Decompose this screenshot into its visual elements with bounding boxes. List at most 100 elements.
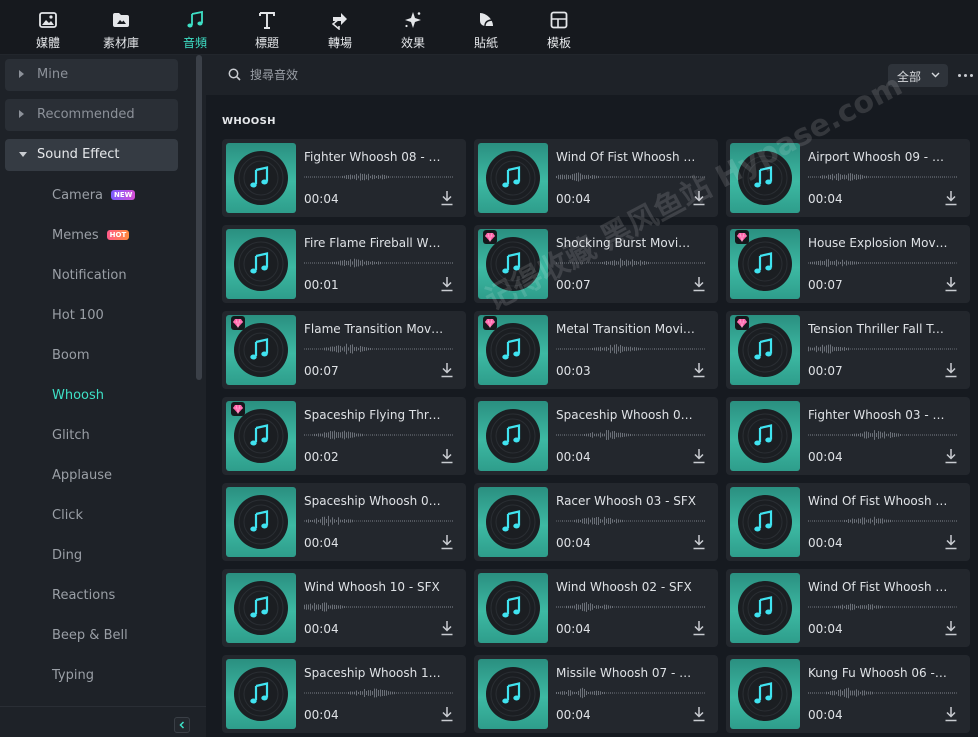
search-bar: 全部 [206,55,978,95]
tab-transitions[interactable]: 轉場 [320,0,360,55]
vinyl-disc-icon [738,151,792,205]
download-icon[interactable] [944,190,958,206]
sound-card[interactable]: Fighter Whoosh 08 - SFX 00:04 [222,139,466,217]
tab-audio[interactable]: 音頻 [175,0,215,55]
search-input[interactable] [250,65,650,85]
sound-card[interactable]: Spaceship Whoosh 04 - SFX 00:04 [474,397,718,475]
tab-effects[interactable]: 效果 [393,0,433,55]
vinyl-disc-icon [486,581,540,635]
sound-card[interactable]: Flame Transition Movie Whoosh 00:07 [222,311,466,389]
sound-card[interactable]: Wind Whoosh 02 - SFX 00:04 [474,569,718,647]
tab-stickers[interactable]: 貼紙 [466,0,506,55]
download-icon[interactable] [440,534,454,550]
top-toolbar: 媒體 素材庫 音頻 標題 轉場 效果 貼紙 模板 [0,0,978,55]
sound-thumbnail [478,401,548,471]
sound-card[interactable]: Spaceship Whoosh 05 - SFX 00:04 [222,483,466,561]
tab-templates[interactable]: 模板 [539,0,579,55]
sound-card[interactable]: Kung Fu Whoosh 06 - SFX 00:04 [726,655,970,733]
download-icon[interactable] [692,362,706,378]
download-icon[interactable] [692,448,706,464]
sound-card[interactable]: Wind Of Fist Whoosh 01 - SFX 00:04 [474,139,718,217]
dot [958,74,961,77]
download-icon[interactable] [440,448,454,464]
sound-duration: 00:07 [304,364,339,378]
vinyl-disc-icon [738,667,792,721]
sound-card[interactable]: Fighter Whoosh 03 - SFX 00:04 [726,397,970,475]
download-icon[interactable] [944,706,958,722]
download-icon[interactable] [944,534,958,550]
tab-media[interactable]: 媒體 [28,0,68,55]
caret-down-icon [19,152,27,157]
sound-title: Racer Whoosh 03 - SFX [556,494,696,508]
sidebar-item-label: Memes [52,228,99,243]
sidebar-item-applause[interactable]: Applause [52,468,112,483]
download-icon[interactable] [692,534,706,550]
download-icon[interactable] [692,620,706,636]
sound-card[interactable]: Wind Of Fist Whoosh 05 - SFX 00:04 [726,569,970,647]
sidebar-item-click[interactable]: Click [52,508,83,523]
sidebar-item-notification[interactable]: Notification [52,268,127,283]
download-icon[interactable] [692,706,706,722]
download-icon[interactable] [692,190,706,206]
download-icon[interactable] [944,362,958,378]
sidebar-item-reactions[interactable]: Reactions [52,588,115,603]
tab-label: 素材庫 [102,36,139,50]
download-icon[interactable] [440,190,454,206]
sound-card[interactable]: Airport Whoosh 09 - SFX 00:04 [726,139,970,217]
category-mine[interactable]: Mine [5,59,178,91]
more-options-button[interactable] [958,67,976,83]
waveform [556,172,705,182]
sound-title: Spaceship Whoosh 10 - SFX [304,666,444,680]
waveform [304,343,453,355]
sound-card[interactable]: Metal Transition Movie Whoosh 00:03 [474,311,718,389]
sound-thumbnail [730,143,800,213]
category-recommended[interactable]: Recommended [5,99,178,131]
category-sidebar: Mine Recommended Sound Effect Camera NEW … [0,55,206,737]
sound-card[interactable]: Missile Whoosh 07 - SFX 00:04 [474,655,718,733]
sound-thumbnail [226,573,296,643]
sound-title: House Explosion Movie Transition [808,236,948,250]
sidebar-item-boom[interactable]: Boom [52,348,90,363]
download-icon[interactable] [440,276,454,292]
sound-card[interactable]: House Explosion Movie Transition 00:07 [726,225,970,303]
sound-card[interactable]: Tension Thriller Fall Transition 00:07 [726,311,970,389]
sidebar-item-label: Camera [52,188,104,203]
sound-card[interactable]: Fire Flame Fireball Whoosh 00:01 [222,225,466,303]
new-badge: NEW [111,189,136,200]
filter-dropdown[interactable]: 全部 [888,64,948,87]
sound-card[interactable]: Wind Whoosh 10 - SFX 00:04 [222,569,466,647]
sidebar-item-ding[interactable]: Ding [52,548,82,563]
sidebar-item-label: Glitch [52,428,90,443]
download-icon[interactable] [692,276,706,292]
sound-card[interactable]: Wind Of Fist Whoosh 03 - SFX 00:04 [726,483,970,561]
download-icon[interactable] [944,448,958,464]
waveform [304,258,453,268]
tab-stock-library[interactable]: 素材庫 [98,0,144,55]
sidebar-item-whoosh[interactable]: Whoosh [52,388,104,403]
sound-card[interactable]: Racer Whoosh 03 - SFX 00:04 [474,483,718,561]
download-icon[interactable] [440,362,454,378]
download-icon[interactable] [440,620,454,636]
sticker-icon [466,10,506,32]
category-sound-effect[interactable]: Sound Effect [5,139,178,171]
sidebar-scrollbar[interactable] [196,55,202,380]
sidebar-item-beep-bell[interactable]: Beep & Bell [52,628,128,643]
sidebar-item-typing[interactable]: Typing [52,668,94,683]
sidebar-item-glitch[interactable]: Glitch [52,428,90,443]
sidebar-item-camera[interactable]: Camera NEW [52,188,136,203]
collapse-sidebar-button[interactable] [174,717,190,733]
vinyl-disc-icon [486,495,540,549]
sound-card[interactable]: Spaceship Whoosh 10 - SFX 00:04 [222,655,466,733]
sidebar-item-memes[interactable]: Memes HOT [52,228,130,243]
sound-duration: 00:04 [556,450,591,464]
download-icon[interactable] [944,276,958,292]
download-icon[interactable] [944,620,958,636]
sidebar-item-hot-100[interactable]: Hot 100 [52,308,104,323]
sound-title: Wind Of Fist Whoosh 05 - SFX [808,580,948,594]
vinyl-disc-icon [738,495,792,549]
premium-diamond-icon [231,316,245,330]
sound-card[interactable]: Shocking Burst Movie Transition 00:07 [474,225,718,303]
tab-titles[interactable]: 標題 [247,0,287,55]
sound-card[interactable]: Spaceship Flying Through 00:02 [222,397,466,475]
download-icon[interactable] [440,706,454,722]
